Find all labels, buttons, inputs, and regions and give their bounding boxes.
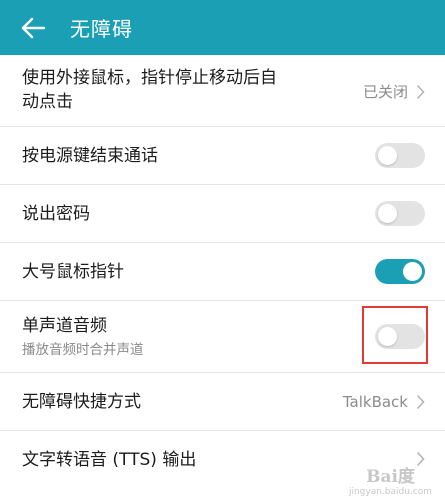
setting-label: 说出密码 bbox=[22, 204, 90, 224]
setting-value-group: TalkBack bbox=[343, 393, 425, 411]
setting-label-group: 说出密码 bbox=[22, 202, 90, 226]
toggle-knob bbox=[378, 204, 397, 223]
setting-value: 已关闭 bbox=[362, 83, 408, 101]
settings-list: 使用外接鼠标，指针停止移动后自 动点击 已关闭 按电源键结束通话 说出密码 大号… bbox=[0, 55, 445, 489]
setting-label-group: 大号鼠标指针 bbox=[22, 260, 124, 284]
setting-label-group: 按电源键结束通话 bbox=[22, 144, 158, 168]
setting-value-group: 已关闭 bbox=[363, 81, 425, 102]
toggle-power-end-call[interactable] bbox=[375, 143, 425, 168]
toggle-switch-off[interactable] bbox=[375, 143, 425, 168]
toggle-switch-on[interactable] bbox=[375, 259, 425, 284]
setting-label: 大号鼠标指针 bbox=[22, 262, 124, 282]
setting-value: TalkBack bbox=[342, 393, 408, 411]
setting-label-group: 文字转语音 (TTS) 输出 bbox=[22, 448, 196, 472]
chevron-right-icon bbox=[416, 84, 425, 99]
setting-label-group: 单声道音频 播放音频时合并声道 bbox=[22, 314, 144, 360]
setting-label-group: 无障碍快捷方式 bbox=[22, 390, 141, 414]
setting-label: 使用外接鼠标，指针停止移动后自 bbox=[22, 68, 277, 88]
toggle-speak-passwords[interactable] bbox=[375, 201, 425, 226]
watermark: Bai度 jingyan.baidu.com bbox=[338, 459, 443, 499]
toggle-switch-off[interactable] bbox=[375, 201, 425, 226]
highlight-box bbox=[362, 306, 428, 364]
setting-speak-passwords[interactable]: 说出密码 bbox=[0, 185, 445, 243]
setting-label: 按电源键结束通话 bbox=[22, 146, 158, 166]
toggle-large-pointer[interactable] bbox=[375, 259, 425, 284]
setting-sublabel: 播放音频时合并声道 bbox=[22, 342, 144, 358]
watermark-url: jingyan.baidu.com bbox=[348, 486, 433, 497]
arrow-left-icon bbox=[21, 17, 46, 38]
watermark-logo: Bai度 bbox=[366, 466, 415, 487]
setting-accessibility-shortcut[interactable]: 无障碍快捷方式 TalkBack bbox=[0, 373, 445, 431]
toggle-knob bbox=[403, 262, 422, 281]
page-title: 无障碍 bbox=[70, 17, 133, 41]
setting-label-group: 使用外接鼠标，指针停止移动后自 动点击 bbox=[22, 66, 277, 114]
toggle-knob bbox=[378, 146, 397, 165]
setting-label-line2: 动点击 bbox=[22, 92, 73, 112]
setting-auto-click[interactable]: 使用外接鼠标，指针停止移动后自 动点击 已关闭 bbox=[0, 55, 445, 127]
setting-power-end-call[interactable]: 按电源键结束通话 bbox=[0, 127, 445, 185]
setting-large-pointer[interactable]: 大号鼠标指针 bbox=[0, 243, 445, 301]
setting-label: 文字转语音 (TTS) 输出 bbox=[22, 450, 197, 470]
setting-label: 无障碍快捷方式 bbox=[22, 392, 141, 412]
chevron-right-icon bbox=[416, 394, 425, 410]
back-button[interactable] bbox=[0, 0, 70, 55]
setting-label: 单声道音频 bbox=[22, 316, 107, 336]
app-bar: 无障碍 bbox=[0, 0, 445, 55]
